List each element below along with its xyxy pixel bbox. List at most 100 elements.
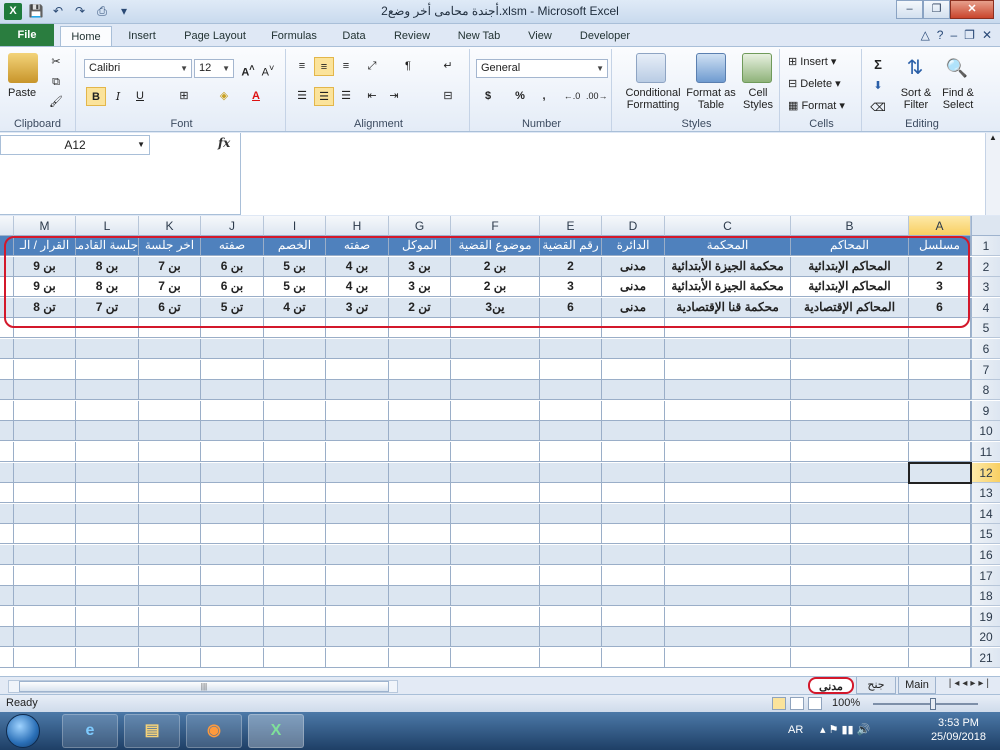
column-header-l[interactable]: L <box>76 216 139 236</box>
format-painter-icon[interactable]: 🖌 <box>46 93 66 112</box>
cell-partial[interactable] <box>0 503 14 524</box>
cell-f20[interactable] <box>451 627 540 648</box>
column-header-i[interactable]: I <box>264 216 326 236</box>
cell-l11[interactable] <box>76 442 139 462</box>
cell-e16[interactable] <box>540 545 602 565</box>
cell-f6[interactable] <box>451 339 540 359</box>
cell-j16[interactable] <box>201 545 264 565</box>
row-header-17[interactable]: 17 <box>971 565 1000 586</box>
cell-h12[interactable] <box>326 462 389 483</box>
cell-d14[interactable] <box>602 503 665 524</box>
cell-c19[interactable] <box>665 606 791 627</box>
cell-f15[interactable] <box>451 524 540 545</box>
cell-b13[interactable] <box>791 483 909 504</box>
tab-developer[interactable]: Developer <box>570 26 640 46</box>
currency-button[interactable]: $ <box>478 87 498 106</box>
grow-font-icon[interactable]: A˄ <box>238 59 258 79</box>
cell-c7[interactable] <box>665 359 791 380</box>
cell-h19[interactable] <box>326 606 389 627</box>
normal-view-button[interactable] <box>772 697 786 710</box>
cell-j17[interactable] <box>201 565 264 586</box>
cell-c10[interactable] <box>665 421 791 442</box>
cell-a21[interactable] <box>909 648 971 668</box>
column-header-h[interactable]: H <box>326 216 389 236</box>
cell-f18[interactable] <box>451 586 540 607</box>
cell-e10[interactable] <box>540 421 602 442</box>
tab-data[interactable]: Data <box>332 26 376 46</box>
cell-l17[interactable] <box>76 565 139 586</box>
row-header-9[interactable]: 9 <box>971 400 1000 421</box>
align-left-icon[interactable]: ☰ <box>292 87 312 106</box>
cell-c14[interactable] <box>665 503 791 524</box>
cell-g11[interactable] <box>389 442 451 462</box>
row-header-11[interactable]: 11 <box>971 442 1000 462</box>
cell-d19[interactable] <box>602 606 665 627</box>
cell-j14[interactable] <box>201 503 264 524</box>
italic-button[interactable]: I <box>108 87 128 106</box>
cell-d8[interactable] <box>602 380 665 401</box>
sort-filter-button[interactable]: Sort & Filter <box>896 87 936 111</box>
row-header-13[interactable]: 13 <box>971 483 1000 504</box>
doc-restore-icon[interactable]: ❐ <box>964 28 975 42</box>
cell-b14[interactable] <box>791 503 909 524</box>
cut-icon[interactable]: ✂ <box>46 53 66 72</box>
cell-a16[interactable] <box>909 545 971 565</box>
cell-l6[interactable] <box>76 339 139 359</box>
cell-h17[interactable] <box>326 565 389 586</box>
cell-j19[interactable] <box>201 606 264 627</box>
cell-m21[interactable] <box>14 648 76 668</box>
conditional-formatting-button[interactable]: Conditional Formatting <box>618 87 688 111</box>
cell-e15[interactable] <box>540 524 602 545</box>
cell-i6[interactable] <box>264 339 326 359</box>
cell-f10[interactable] <box>451 421 540 442</box>
cell-f8[interactable] <box>451 380 540 401</box>
cell-h18[interactable] <box>326 586 389 607</box>
cell-c17[interactable] <box>665 565 791 586</box>
cell-i10[interactable] <box>264 421 326 442</box>
cell-k21[interactable] <box>139 648 201 668</box>
cell-partial[interactable] <box>0 606 14 627</box>
cell-k19[interactable] <box>139 606 201 627</box>
column-header-partial[interactable] <box>0 216 14 236</box>
cell-l13[interactable] <box>76 483 139 504</box>
horizontal-scroll-thumb[interactable]: ||| <box>19 681 389 692</box>
cell-h11[interactable] <box>326 442 389 462</box>
cell-c20[interactable] <box>665 627 791 648</box>
doc-close-icon[interactable]: ✕ <box>982 28 992 42</box>
cell-partial[interactable] <box>0 421 14 442</box>
row-header-8[interactable]: 8 <box>971 380 1000 401</box>
cell-i20[interactable] <box>264 627 326 648</box>
column-header-e[interactable]: E <box>540 216 602 236</box>
cell-d20[interactable] <box>602 627 665 648</box>
cell-l8[interactable] <box>76 380 139 401</box>
increase-indent-icon[interactable]: ⇥ <box>384 87 404 106</box>
internet-explorer-icon[interactable]: e <box>62 714 118 748</box>
minimize-button[interactable]: – <box>896 0 923 19</box>
cell-k8[interactable] <box>139 380 201 401</box>
cell-e11[interactable] <box>540 442 602 462</box>
cell-h21[interactable] <box>326 648 389 668</box>
cell-partial[interactable] <box>0 339 14 359</box>
cell-b10[interactable] <box>791 421 909 442</box>
increase-decimal-icon[interactable]: ←.0 <box>562 87 582 106</box>
cell-k16[interactable] <box>139 545 201 565</box>
cell-c16[interactable] <box>665 545 791 565</box>
cell-styles-button[interactable]: Cell Styles <box>738 87 778 111</box>
cell-h7[interactable] <box>326 359 389 380</box>
row-header-4[interactable]: 4 <box>971 297 1000 318</box>
cell-a20[interactable] <box>909 627 971 648</box>
cell-k15[interactable] <box>139 524 201 545</box>
cell-b20[interactable] <box>791 627 909 648</box>
cell-partial[interactable] <box>0 627 14 648</box>
cell-a10[interactable] <box>909 421 971 442</box>
page-layout-view-button[interactable] <box>790 697 804 710</box>
cell-j18[interactable] <box>201 586 264 607</box>
help-icon[interactable]: ? <box>937 28 944 42</box>
cell-partial[interactable] <box>0 483 14 504</box>
cell-i21[interactable] <box>264 648 326 668</box>
zoom-level[interactable]: 100% <box>832 697 860 709</box>
align-right-icon[interactable]: ☰ <box>336 87 356 106</box>
row-header-10[interactable]: 10 <box>971 421 1000 442</box>
cell-partial[interactable] <box>0 586 14 607</box>
find-select-icon[interactable]: 🔍 <box>942 53 972 83</box>
